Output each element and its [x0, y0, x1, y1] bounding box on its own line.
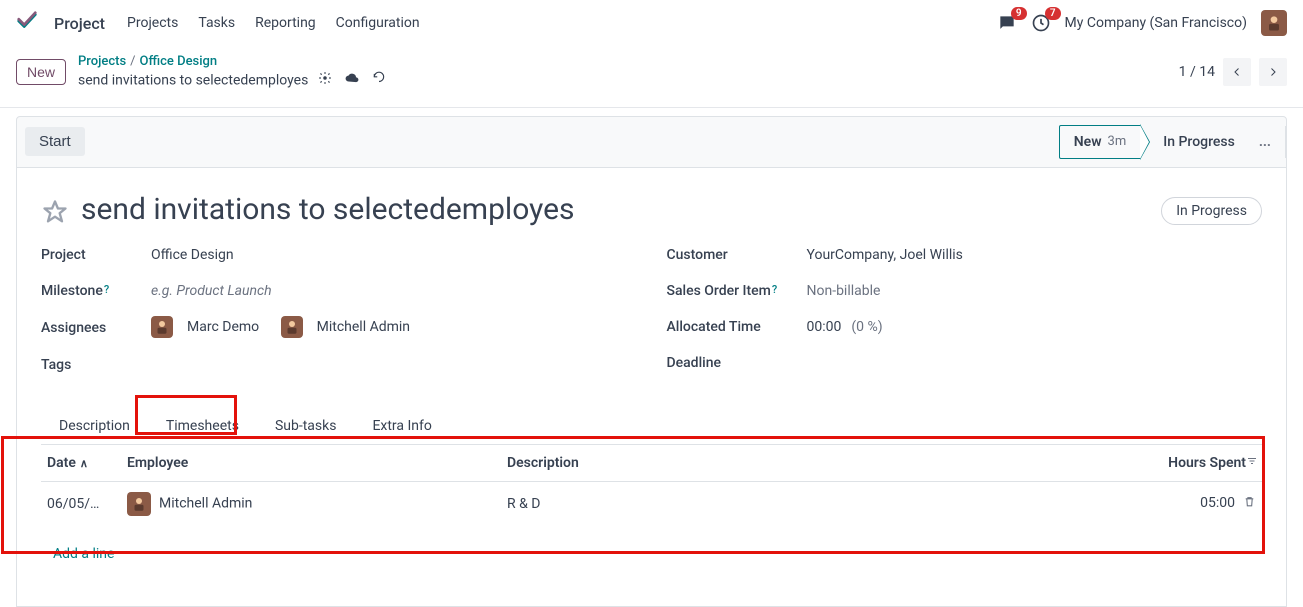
col-description[interactable]: Description: [501, 445, 1112, 482]
col-hours[interactable]: Hours Spent: [1112, 445, 1262, 482]
add-line[interactable]: Add a line: [47, 536, 1256, 580]
control-row: New Projects/Office Design send invitati…: [0, 46, 1303, 107]
soi-value[interactable]: Non-billable: [807, 283, 1263, 299]
nav-configuration[interactable]: Configuration: [336, 15, 420, 31]
tab-description[interactable]: Description: [41, 408, 148, 444]
star-icon[interactable]: [41, 198, 69, 230]
nav-reporting[interactable]: Reporting: [255, 15, 316, 31]
col-employee[interactable]: Employee: [121, 445, 501, 482]
filter-icon[interactable]: [1246, 455, 1258, 470]
breadcrumb: Projects/Office Design send invitations …: [78, 54, 386, 91]
new-button[interactable]: New: [16, 59, 66, 85]
assignee-0: Marc Demo: [187, 319, 259, 335]
cell-date[interactable]: 06/05/…: [41, 481, 121, 526]
assignees-value[interactable]: Marc Demo Mitchell Admin: [151, 316, 637, 340]
soi-label: Sales Order Item?: [667, 283, 807, 299]
app-logo-icon: [16, 10, 38, 36]
user-avatar[interactable]: [1261, 10, 1287, 36]
customer-value[interactable]: YourCompany, Joel Willis: [807, 247, 1263, 263]
alloc-label: Allocated Time: [667, 319, 807, 335]
top-nav: Project Projects Tasks Reporting Configu…: [0, 0, 1303, 46]
breadcrumb-task: send invitations to selectedemployes: [78, 72, 308, 88]
app-name[interactable]: Project: [54, 14, 105, 33]
sort-asc-icon: ∧: [80, 457, 88, 470]
status-row: Start New 3m In Progress ...: [16, 116, 1287, 168]
task-card: send invitations to selectedemployes In …: [16, 168, 1287, 607]
tags-label: Tags: [41, 357, 151, 373]
chat-badge: 9: [1011, 7, 1027, 20]
breadcrumb-project[interactable]: Office Design: [140, 54, 218, 69]
tabs: Description Timesheets Sub-tasks Extra I…: [41, 408, 1262, 445]
project-label: Project: [41, 247, 151, 263]
chat-icon[interactable]: 9: [997, 13, 1017, 33]
milestone-input[interactable]: e.g. Product Launch: [151, 283, 637, 299]
trash-icon[interactable]: [1243, 495, 1256, 512]
assignees-label: Assignees: [41, 320, 151, 336]
project-value[interactable]: Office Design: [151, 247, 637, 263]
gear-icon[interactable]: [318, 71, 332, 91]
pager: 1 / 14: [1179, 58, 1287, 86]
stage-new[interactable]: New 3m: [1059, 125, 1142, 159]
tab-timesheets[interactable]: Timesheets: [148, 408, 257, 444]
avatar-icon: [151, 316, 173, 338]
pager-prev[interactable]: [1223, 58, 1251, 86]
customer-label: Customer: [667, 247, 807, 263]
col-date[interactable]: Date∧: [41, 445, 121, 482]
table-row[interactable]: 06/05/… Mitchell Admin R & D 05:00: [41, 481, 1262, 526]
stage-in-progress-label: In Progress: [1163, 134, 1235, 150]
company-name[interactable]: My Company (San Francisco): [1065, 15, 1247, 31]
stage-new-age: 3m: [1108, 134, 1127, 149]
breadcrumb-projects[interactable]: Projects: [78, 54, 126, 69]
cell-hours[interactable]: 05:00: [1112, 481, 1262, 526]
start-button[interactable]: Start: [25, 127, 85, 156]
nav-tasks[interactable]: Tasks: [198, 15, 235, 31]
pager-next[interactable]: [1259, 58, 1287, 86]
clock-icon[interactable]: 7: [1031, 13, 1051, 33]
undo-icon[interactable]: [372, 71, 386, 91]
cell-employee[interactable]: Mitchell Admin: [121, 481, 501, 526]
assignee-1: Mitchell Admin: [317, 319, 410, 335]
stage-in-progress[interactable]: In Progress: [1141, 126, 1249, 158]
avatar-icon: [281, 316, 303, 338]
state-pill[interactable]: In Progress: [1161, 197, 1262, 225]
nav-projects[interactable]: Projects: [127, 15, 178, 31]
tab-extra-info[interactable]: Extra Info: [354, 408, 449, 444]
milestone-label: Milestone?: [41, 283, 151, 299]
stage-more[interactable]: ...: [1249, 126, 1286, 158]
cell-description[interactable]: R & D: [501, 481, 1112, 526]
timesheet-table: Date∧ Employee Description Hours Spent 0…: [41, 445, 1262, 590]
task-title[interactable]: send invitations to selectedemployes: [81, 192, 575, 227]
cloud-icon[interactable]: [344, 71, 360, 91]
tab-subtasks[interactable]: Sub-tasks: [257, 408, 355, 444]
clock-badge: 7: [1045, 7, 1061, 20]
deadline-label: Deadline: [667, 355, 807, 371]
pager-count: 1 / 14: [1179, 64, 1215, 80]
avatar-icon: [127, 492, 151, 516]
stage-new-label: New: [1074, 134, 1102, 150]
alloc-value[interactable]: 00:00(0 %): [807, 319, 1263, 335]
